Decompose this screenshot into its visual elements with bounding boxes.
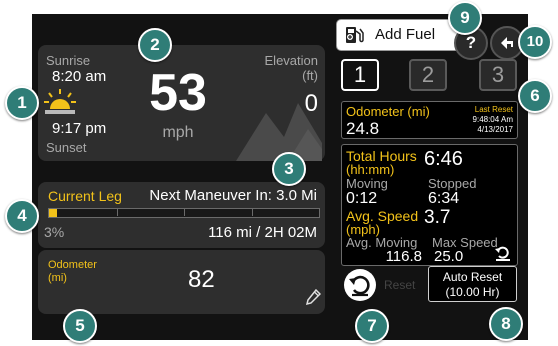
reset-time: 9:48:04 Am bbox=[472, 115, 513, 124]
avg-speed-value: 3.7 bbox=[424, 207, 451, 228]
tab-trip-2[interactable]: 2 bbox=[409, 59, 447, 91]
avg-moving-value: 116.8 bbox=[385, 248, 422, 265]
speed-panel[interactable]: Sunrise 8:20 am 9:17 pm Sunset 53 mph El… bbox=[38, 45, 325, 161]
stopped-value: 6:34 bbox=[428, 190, 460, 207]
trip-odometer-value: 24.8 bbox=[346, 119, 380, 138]
pencil-edit-icon[interactable] bbox=[305, 288, 322, 307]
reset-label: Reset bbox=[384, 278, 416, 292]
leg-progress-bar bbox=[48, 208, 320, 218]
fuel-pump-icon bbox=[343, 25, 365, 45]
odometer-panel[interactable]: Odometer (mi) 82 bbox=[38, 250, 325, 314]
total-hours-value: 6:46 bbox=[424, 148, 463, 170]
moving-value: 0:12 bbox=[346, 190, 378, 207]
sunrise-label: Sunrise bbox=[46, 53, 91, 68]
leg-distance-time: 116 mi / 2H 02M bbox=[208, 224, 317, 241]
trip-stats-box: Total Hours (hh:mm) 6:46 Moving Stopped … bbox=[341, 144, 518, 266]
leg-percent: 3% bbox=[44, 224, 65, 240]
callout-1: 1 bbox=[5, 86, 39, 120]
callout-7: 7 bbox=[355, 309, 389, 343]
callout-3: 3 bbox=[272, 152, 306, 186]
last-reset-label: Last Reset bbox=[474, 105, 513, 114]
callout-5: 5 bbox=[63, 309, 97, 343]
auto-reset-button[interactable]: Auto Reset (10.00 Hr) bbox=[428, 266, 517, 302]
reset-icon bbox=[349, 275, 370, 297]
next-maneuver-label: Next Maneuver In: 3.0 Mi bbox=[149, 187, 317, 204]
trip-odometer-box: Odometer (mi) 24.8 Last Reset 9:48:04 Am… bbox=[341, 101, 518, 139]
sunset-time: 9:17 pm bbox=[52, 120, 107, 137]
tab-trip-3[interactable]: 3 bbox=[479, 59, 517, 91]
trip-odometer-label: Odometer (mi) bbox=[346, 104, 430, 119]
moving-label: Moving bbox=[346, 176, 388, 191]
auto-reset-label: Auto Reset bbox=[442, 270, 503, 284]
odometer-unit: (mi) bbox=[48, 272, 67, 284]
elevation-unit: (ft) bbox=[302, 68, 318, 83]
add-fuel-button[interactable]: Add Fuel bbox=[336, 19, 463, 51]
speed-unit: mph bbox=[162, 124, 194, 141]
callout-8: 8 bbox=[489, 307, 523, 341]
tab-trip-1[interactable]: 1 bbox=[341, 59, 379, 91]
total-hours-unit: (hh:mm) bbox=[346, 162, 395, 177]
elevation-value: 0 bbox=[304, 90, 318, 117]
reset-date: 4/13/2017 bbox=[477, 125, 513, 134]
current-leg-panel[interactable]: Current Leg Next Maneuver In: 3.0 Mi 3% … bbox=[38, 182, 325, 248]
sunset-label: Sunset bbox=[46, 140, 87, 155]
current-leg-label: Current Leg bbox=[48, 188, 122, 204]
auto-reset-value: (10.00 Hr) bbox=[445, 285, 500, 299]
odometer-value: 82 bbox=[188, 266, 215, 293]
callout-4: 4 bbox=[5, 199, 39, 233]
max-speed-value: 25.0 bbox=[434, 248, 464, 265]
add-fuel-label: Add Fuel bbox=[375, 26, 436, 43]
sunrise-time: 8:20 am bbox=[52, 68, 107, 85]
odometer-label: Odometer bbox=[48, 259, 97, 271]
speed-value: 53 bbox=[149, 64, 207, 122]
max-speed-reset-icon[interactable] bbox=[494, 244, 512, 262]
callout-10: 10 bbox=[518, 25, 552, 59]
elevation-label: Elevation bbox=[264, 53, 318, 68]
stopped-label: Stopped bbox=[428, 176, 477, 191]
callout-6: 6 bbox=[518, 79, 552, 113]
callout-2: 2 bbox=[138, 28, 172, 62]
sun-horizon-icon bbox=[42, 87, 78, 117]
callout-9: 9 bbox=[448, 1, 482, 35]
leg-progress-fill bbox=[49, 209, 58, 217]
reset-button[interactable] bbox=[344, 269, 376, 301]
